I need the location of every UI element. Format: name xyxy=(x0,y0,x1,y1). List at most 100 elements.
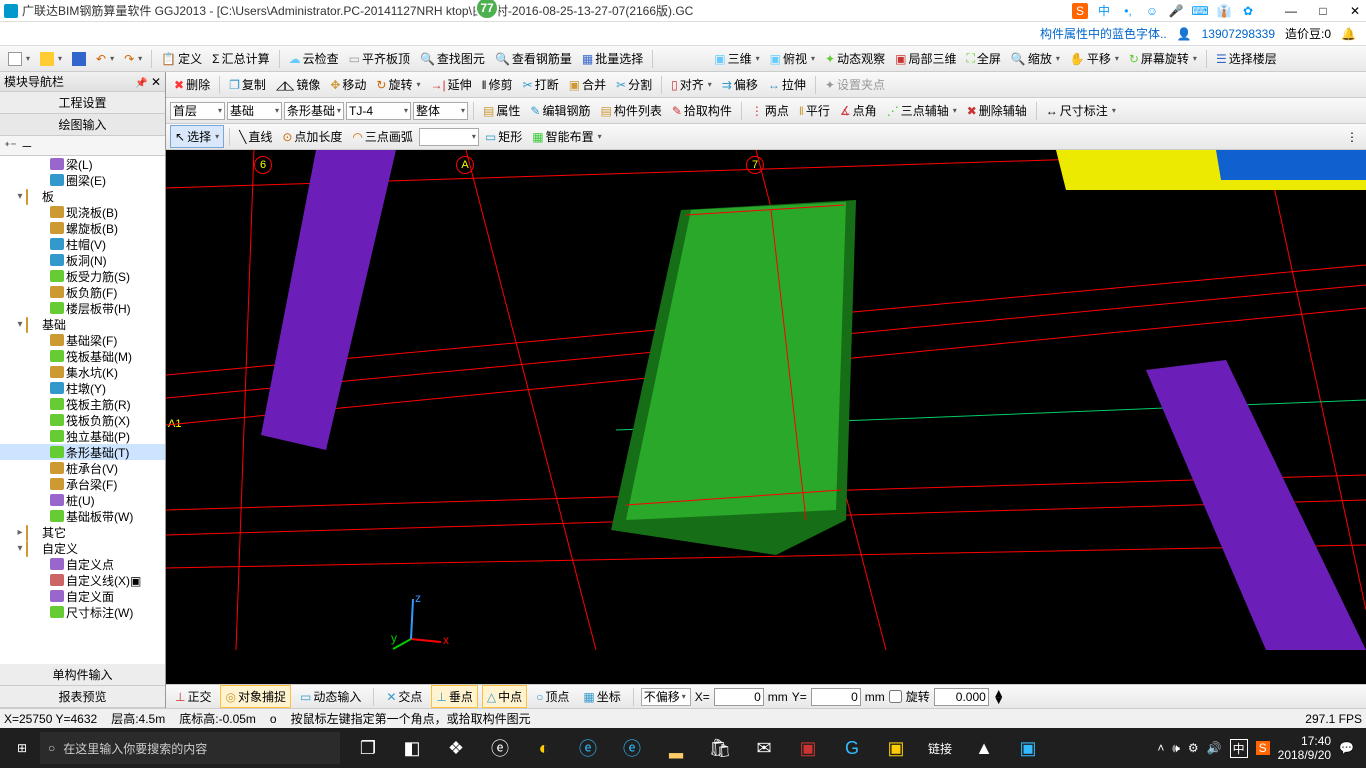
task-app-6[interactable]: ▣ xyxy=(876,732,916,764)
tree-item[interactable]: 桩承台(V) xyxy=(0,460,165,476)
task-linked[interactable]: 链接 xyxy=(920,732,960,764)
tree-item[interactable]: 集水坑(K) xyxy=(0,364,165,380)
split-button[interactable]: ✂分割 xyxy=(612,74,656,95)
component-tree[interactable]: 梁(L)圈梁(E)▾板现浇板(B)螺旋板(B)柱帽(V)板洞(N)板受力筋(S)… xyxy=(0,156,165,664)
open-button[interactable]: ▾ xyxy=(36,50,66,68)
pin-icon[interactable]: 📌 xyxy=(135,78,147,89)
ime-kbd-icon[interactable]: ⌨ xyxy=(1192,3,1208,19)
property-button[interactable]: ▤属性 xyxy=(479,100,524,121)
offset-button[interactable]: ⇉偏移 xyxy=(718,74,762,95)
tree-item[interactable]: 筏板主筋(R) xyxy=(0,396,165,412)
three-pt-axis-button[interactable]: ⋰三点辅轴▾ xyxy=(883,100,961,121)
task-edge-icon[interactable]: ⓔ xyxy=(480,732,520,764)
tree-item[interactable]: 条形基础(T) xyxy=(0,444,165,460)
rotate-checkbox[interactable] xyxy=(889,690,902,703)
pt-angle-button[interactable]: ∡点角 xyxy=(836,100,881,121)
tree-item[interactable]: 柱墩(Y) xyxy=(0,380,165,396)
task-ie-icon[interactable]: ⓔ xyxy=(612,732,652,764)
tray-notifications-icon[interactable]: 💬 xyxy=(1339,741,1354,755)
task-app-4[interactable]: ▣ xyxy=(788,732,828,764)
batch-select-button[interactable]: ▦批量选择 xyxy=(578,48,647,69)
undo-button[interactable]: ↶▾ xyxy=(92,50,118,68)
stretch-button[interactable]: ↔拉伸 xyxy=(764,74,810,95)
category-combo[interactable]: 基础▾ xyxy=(227,102,282,120)
tray-vol-icon[interactable]: 🔊 xyxy=(1207,741,1222,755)
new-button[interactable]: ▾ xyxy=(4,50,34,68)
dyn-input-toggle[interactable]: ▭动态输入 xyxy=(295,685,366,708)
select-floor-button[interactable]: ☰选择楼层 xyxy=(1212,48,1281,69)
merge-button[interactable]: ▣合并 xyxy=(565,74,610,95)
rotate-screen-button[interactable]: ↻屏幕旋转▾ xyxy=(1125,48,1201,69)
task-mail-icon[interactable]: ✉ xyxy=(744,732,784,764)
collapse-all-icon[interactable]: ─ xyxy=(23,139,32,153)
tree-item[interactable]: 板受力筋(S) xyxy=(0,268,165,284)
3d-button[interactable]: ▣三维▾ xyxy=(710,48,763,69)
rect-button[interactable]: ▭矩形 xyxy=(481,126,526,147)
rotate-button[interactable]: ↻旋转▾ xyxy=(372,74,424,95)
mirror-button[interactable]: ◿◺镜像 xyxy=(272,74,324,95)
start-button[interactable]: ⊞ xyxy=(4,732,40,764)
sogou-icon[interactable]: S xyxy=(1072,3,1088,19)
tree-item[interactable]: ▸其它 xyxy=(0,524,165,540)
tree-item[interactable]: ▾基础 xyxy=(0,316,165,332)
arc-combo[interactable]: ▾ xyxy=(419,128,479,146)
edit-rebar-button[interactable]: ✎编辑钢筋 xyxy=(526,100,594,121)
pick-member-button[interactable]: ✎拾取构件 xyxy=(668,100,736,121)
mode-combo[interactable]: 整体▾ xyxy=(413,102,468,120)
taskbar-search[interactable]: ○ 在这里输入你要搜索的内容 xyxy=(40,732,340,764)
toolbar-menu-icon[interactable]: ⋮ xyxy=(1342,128,1362,146)
extend-button[interactable]: →|延伸 xyxy=(427,74,476,95)
tree-item[interactable]: 基础板带(W) xyxy=(0,508,165,524)
pt-length-button[interactable]: ⊙点加长度 xyxy=(278,126,346,147)
task-store-icon[interactable]: 🛍 xyxy=(700,732,740,764)
redo-button[interactable]: ↷▾ xyxy=(120,50,146,68)
blue-hint-link[interactable]: 构件属性中的蓝色字体.. xyxy=(1040,25,1167,42)
orbit-button[interactable]: ✦动态观察 xyxy=(821,48,889,69)
tab-single-input[interactable]: 单构件输入 xyxy=(0,664,165,686)
arc3-button[interactable]: ◠三点画弧 xyxy=(348,126,417,147)
move-button[interactable]: ✥移动 xyxy=(326,74,370,95)
task-app-5[interactable]: G xyxy=(832,732,872,764)
sidebar-close-icon[interactable]: ✕ xyxy=(151,75,161,89)
expand-all-icon[interactable]: ⁺⁻ xyxy=(4,139,17,153)
tree-item[interactable]: 现浇板(B) xyxy=(0,204,165,220)
tree-item[interactable]: 板负筋(F) xyxy=(0,284,165,300)
tree-item[interactable]: ▾自定义 xyxy=(0,540,165,556)
osnap-toggle[interactable]: ◎对象捕捉 xyxy=(220,685,291,708)
tree-item[interactable]: 梁(L) xyxy=(0,156,165,172)
task-app-3[interactable]: ◐ xyxy=(524,732,564,764)
task-app-1[interactable]: ◧ xyxy=(392,732,432,764)
top-view-button[interactable]: ▣俯视▾ xyxy=(766,48,819,69)
define-button[interactable]: 📋定义 xyxy=(157,48,206,69)
tree-item[interactable]: 独立基础(P) xyxy=(0,428,165,444)
ime-flower-icon[interactable]: ✿ xyxy=(1240,3,1256,19)
copy-button[interactable]: ❐复制 xyxy=(225,74,270,95)
tray-sogou-icon[interactable]: S xyxy=(1256,741,1270,755)
tree-item[interactable]: 自定义面 xyxy=(0,588,165,604)
tree-item[interactable]: 筏板负筋(X) xyxy=(0,412,165,428)
sum-button[interactable]: Σ汇总计算 xyxy=(208,48,273,69)
floor-combo[interactable]: 首层▾ xyxy=(170,102,225,120)
view-rebar-button[interactable]: 🔍查看钢筋量 xyxy=(491,48,576,69)
tree-item[interactable]: 筏板基础(M) xyxy=(0,348,165,364)
tab-draw-input[interactable]: 绘图输入 xyxy=(0,114,165,136)
zoom-button[interactable]: 🔍缩放▾ xyxy=(1007,48,1064,69)
local-3d-button[interactable]: ▣局部三维 xyxy=(891,48,960,69)
tree-item[interactable]: 桩(U) xyxy=(0,492,165,508)
user-id[interactable]: 13907298339 xyxy=(1202,27,1275,41)
y-input[interactable] xyxy=(811,688,861,706)
maximize-button[interactable]: □ xyxy=(1316,4,1330,18)
offset-mode-combo[interactable]: 不偏移▾ xyxy=(641,688,691,706)
member-list-button[interactable]: ▤构件列表 xyxy=(596,100,665,121)
mid-snap[interactable]: △中点 xyxy=(482,685,527,708)
ime-shirt-icon[interactable]: 👔 xyxy=(1216,3,1232,19)
task-explorer-icon[interactable]: ▂ xyxy=(656,732,696,764)
tray-ime-icon[interactable]: 中 xyxy=(1230,739,1248,758)
perp-snap[interactable]: ⊥垂点 xyxy=(431,685,477,708)
task-edge2-icon[interactable]: ⓔ xyxy=(568,732,608,764)
close-button[interactable]: ✕ xyxy=(1348,4,1362,18)
delete-button[interactable]: ✖删除 xyxy=(170,74,214,95)
subcategory-combo[interactable]: 条形基础▾ xyxy=(284,102,344,120)
ime-emoji-icon[interactable]: ☺ xyxy=(1144,3,1160,19)
tree-item[interactable]: 圈梁(E) xyxy=(0,172,165,188)
